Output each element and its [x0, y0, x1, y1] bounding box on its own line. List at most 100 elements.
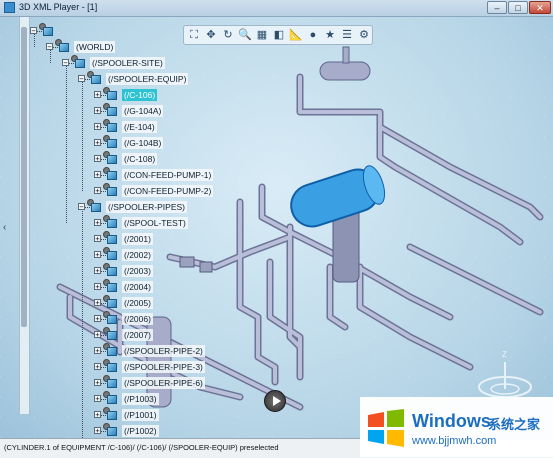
tree-expander[interactable]: + [94, 219, 101, 227]
tree-node-label[interactable]: (/G-104A) [122, 105, 164, 117]
tree-expander[interactable]: + [94, 267, 101, 275]
cube-icon [107, 315, 117, 324]
tree-node-label[interactable]: (/G-104B) [122, 137, 164, 149]
cube-icon [91, 203, 101, 212]
maximize-button[interactable]: □ [508, 1, 528, 14]
properties-icon[interactable]: ☰ [339, 27, 355, 43]
cube-icon [107, 155, 117, 164]
cube-icon [107, 235, 117, 244]
tree-expander[interactable]: + [94, 283, 101, 291]
tree-expander[interactable]: + [94, 299, 101, 307]
product-node-icon [103, 327, 118, 341]
cube-icon [107, 219, 117, 228]
cube-icon [43, 27, 53, 36]
tree-node-label[interactable]: (/2006) [122, 313, 153, 325]
tree-expander[interactable]: − [46, 43, 53, 51]
watermark-title: Windows [412, 411, 491, 431]
tree-expander[interactable]: − [62, 59, 69, 67]
tree-node-label[interactable]: (/P1003) [122, 393, 159, 405]
tree-node-label[interactable]: (/2003) [122, 265, 153, 277]
product-node-icon [103, 343, 118, 357]
tree-node-label[interactable]: (/P1002) [122, 425, 159, 437]
settings-icon[interactable]: ⚙ [356, 27, 372, 43]
tree-expander[interactable]: + [94, 411, 101, 419]
tree-expander[interactable]: + [94, 347, 101, 355]
product-node-icon [87, 199, 102, 213]
tree-expander[interactable]: + [94, 363, 101, 371]
tree-expander[interactable]: − [30, 27, 37, 35]
watermark-chinese: 系统之家 [488, 417, 541, 432]
compass-z-label: Z [502, 350, 507, 359]
cube-icon [59, 43, 69, 52]
tree-node-label[interactable]: (/2001) [122, 233, 153, 245]
minimize-button[interactable]: – [487, 1, 507, 14]
favorite-icon[interactable]: ★ [322, 27, 338, 43]
tree-node-label[interactable]: (/SPOOLER-PIPES) [106, 201, 187, 213]
tree-expander[interactable]: + [94, 315, 101, 323]
app-icon [4, 2, 15, 13]
tree-node-label[interactable]: (/SPOOLER-EQUIP) [106, 73, 189, 85]
product-node-icon [103, 375, 118, 389]
tree-node-label[interactable]: (/2002) [122, 249, 153, 261]
product-node-icon [103, 359, 118, 373]
tree-expander[interactable]: + [94, 251, 101, 259]
tree-expander[interactable]: + [94, 123, 101, 131]
status-text: (CYLINDER.1 of EQUIPMENT /C-106)/ (/C-10… [4, 443, 279, 452]
tree-node-label[interactable]: (/C-108) [122, 153, 158, 165]
tree-node-label[interactable]: (/CON-FEED-PUMP-2) [122, 185, 214, 197]
cube-icon [75, 59, 85, 68]
tree-node-label[interactable]: (/P1001) [122, 409, 159, 421]
tree-node-label[interactable]: (/SPOOLER-SITE) [90, 57, 165, 69]
cube-icon [107, 299, 117, 308]
watermark-url: www.bjjmwh.com [412, 435, 497, 447]
tree-expander[interactable]: + [94, 107, 101, 115]
section-icon[interactable]: ◧ [271, 27, 287, 43]
zoom-icon[interactable]: 🔍 [237, 27, 253, 43]
cube-icon [107, 411, 117, 420]
cube-icon [107, 379, 117, 388]
tree-expander[interactable]: + [94, 155, 101, 163]
product-node-icon [103, 407, 118, 421]
cube-icon [107, 107, 117, 116]
product-node-icon [103, 247, 118, 261]
tree-node-label[interactable]: (/SPOOLER-PIPE-6) [122, 377, 205, 389]
tree-node-label[interactable]: (WORLD) [74, 41, 116, 53]
product-node-icon [103, 183, 118, 197]
normal-view-icon[interactable]: ▦ [254, 27, 270, 43]
compass-icon[interactable] [478, 362, 532, 398]
tree-expander[interactable]: + [94, 187, 101, 195]
tree-expander[interactable]: + [94, 395, 101, 403]
tree-expander[interactable]: + [94, 427, 101, 435]
render-icon[interactable]: ● [305, 27, 321, 43]
play-button[interactable] [264, 390, 286, 412]
3d-viewport[interactable]: Z ⛶ ✥ ↻ 🔍 ▦ ◧ 📐 ● ★ ☰ ⚙ ‹ − − (WORLD) − (/SP… [0, 17, 553, 438]
cube-icon [107, 251, 117, 260]
tree-node-label[interactable]: (/E-104) [122, 121, 157, 133]
tree-node-label[interactable]: (/SPOOLER-PIPE-3) [122, 361, 205, 373]
tree-node-label[interactable]: (/C-106) [122, 89, 158, 101]
tree-expander[interactable]: − [78, 75, 85, 83]
vessel-e104[interactable] [319, 46, 371, 81]
tree-node-label[interactable]: (/SPOOL-TEST) [122, 217, 188, 229]
cube-icon [91, 75, 101, 84]
close-button[interactable]: ✕ [529, 1, 551, 14]
product-node-icon [103, 135, 118, 149]
tree-expander[interactable]: + [94, 331, 101, 339]
tree-expander[interactable]: − [78, 203, 85, 211]
title-bar: 3D XML Player - [1] – □ ✕ [0, 0, 553, 17]
tree-expander[interactable]: + [94, 379, 101, 387]
tree-node-label[interactable]: (/SPOOLER-PIPE-2) [122, 345, 205, 357]
cube-icon [107, 171, 117, 180]
measure-icon[interactable]: 📐 [288, 27, 304, 43]
tree-expander[interactable]: + [94, 171, 101, 179]
tree-node-label[interactable]: (/2005) [122, 297, 153, 309]
cube-icon [107, 267, 117, 276]
tree-expander[interactable]: + [94, 91, 101, 99]
watermark-overlay: Windows 系统之家 www.bjjmwh.com [360, 397, 553, 457]
tree-expander[interactable]: + [94, 235, 101, 243]
tree-node-label[interactable]: (/2004) [122, 281, 153, 293]
tree-node-label[interactable]: (/CON-FEED-PUMP-1) [122, 169, 214, 181]
tree-node-label[interactable]: (/2007) [122, 329, 153, 341]
tree-expander[interactable]: + [94, 139, 101, 147]
product-node-icon [103, 167, 118, 181]
